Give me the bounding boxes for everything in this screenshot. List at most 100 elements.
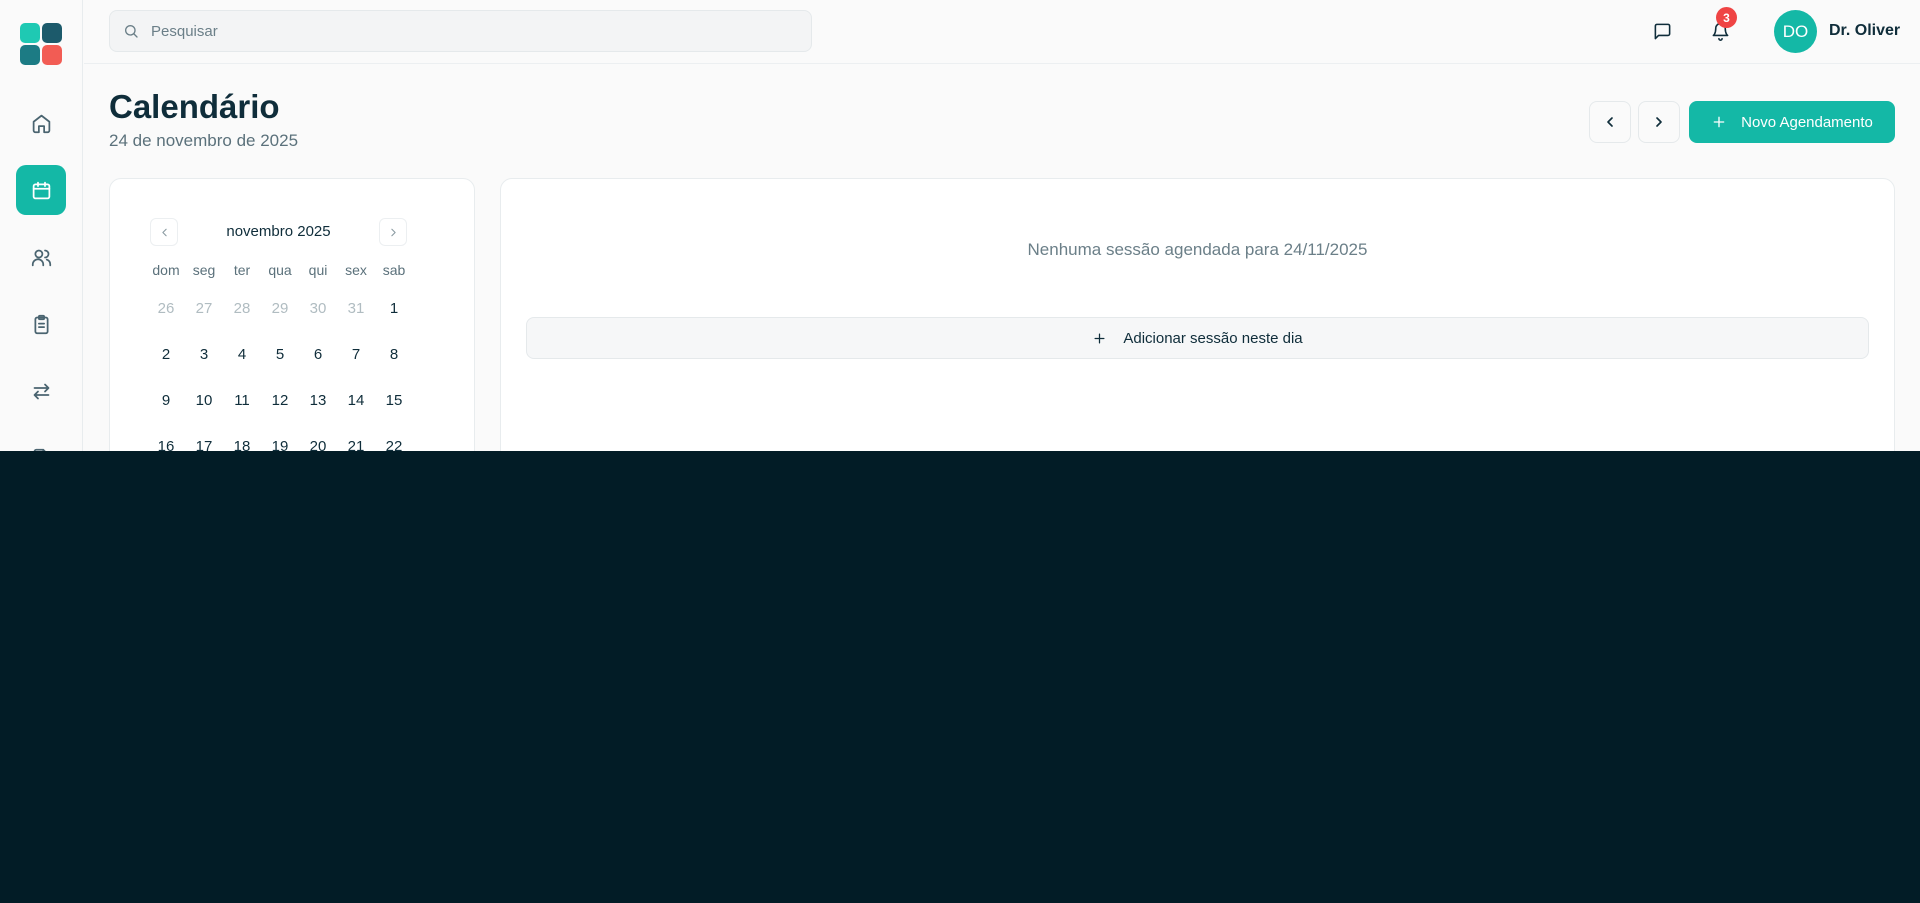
empty-sessions-message: Nenhuma sessão agendada para 24/11/2025 [1027,240,1368,259]
calendar-day[interactable]: 4 [299,519,337,557]
messages-button[interactable] [1649,18,1675,44]
calendar-day[interactable]: 28 [337,473,375,511]
calendar-day[interactable]: 26 [147,289,185,327]
calendar-icon [32,181,50,199]
mini-calendar-header: novembro 2025 [150,218,407,246]
calendar-day[interactable]: 18 [223,427,261,465]
calendar-day[interactable]: 2 [147,335,185,373]
calendar-day[interactable]: 23 [147,473,185,511]
calendar-day[interactable]: 9 [147,381,185,419]
avatar[interactable]: DO [1774,10,1817,53]
calendar-day[interactable]: 4 [223,335,261,373]
new-appointment-label: Novo Agendamento [1741,113,1873,131]
calendar-day[interactable]: 14 [337,381,375,419]
calendar-day[interactable]: 1 [185,519,223,557]
chevron-left-icon [161,228,167,236]
weekday-label: seg [192,262,216,278]
settings-icon [30,648,52,670]
calendar-day[interactable]: 28 [223,289,261,327]
calendar-day[interactable]: 12 [261,381,299,419]
calendar-day[interactable]: 7 [337,335,375,373]
calendar-day[interactable]: 30 [147,519,185,557]
calendar-day[interactable]: 16 [147,427,185,465]
calendar-day-selected[interactable]: 24 [185,473,223,511]
calendar-day[interactable]: 30 [299,289,337,327]
weekday-label: sab [382,262,406,278]
calendar-day[interactable]: 31 [337,289,375,327]
weekday-label: dom [152,262,180,278]
plus-icon [1094,333,1105,343]
weekday-label: qui [308,262,328,278]
weekday-header: dom seg ter qua qui sex sab [147,262,413,278]
new-appointment-button[interactable]: Novo Agendamento [1689,101,1895,143]
next-month-button[interactable] [379,218,407,246]
calendar-day-grid: 26 27 28 29 30 31 1 2 3 4 5 6 7 8 9 10 11 12 13 14 15 16 17 18 1… [147,289,413,565]
sidebar-item-reports[interactable] [16,567,66,617]
document-icon [33,448,49,468]
calendar-day[interactable]: 20 [299,427,337,465]
sidebar-item-settings[interactable] [16,634,66,684]
sidebar-item-patients[interactable] [16,232,66,282]
calendar-day[interactable]: 19 [261,427,299,465]
transfer-icon [33,383,49,399]
calendar-day[interactable]: 1 [375,289,413,327]
calendar-day[interactable]: 27 [299,473,337,511]
plus-icon [1713,116,1725,128]
calendar-day[interactable]: 22 [375,427,413,465]
calendar-day[interactable]: 27 [185,289,223,327]
calendar-day[interactable]: 10 [185,381,223,419]
weekday-label: ter [233,262,251,278]
home-icon [32,114,50,133]
calendar-day[interactable]: 6 [375,519,413,557]
search-icon [125,25,138,38]
calendar-day[interactable]: 15 [375,381,413,419]
chevron-right-icon [1656,117,1662,127]
calendar-day[interactable]: 2 [223,519,261,557]
search-box[interactable] [109,10,812,52]
chevron-left-icon [1607,117,1613,127]
sidebar-item-documents[interactable] [16,433,66,483]
sidebar-item-records[interactable] [16,299,66,349]
calendar-day[interactable]: 26 [261,473,299,511]
calendar-day[interactable]: 11 [223,381,261,419]
sidebar [0,0,83,903]
sidebar-item-logout[interactable] [16,827,66,877]
chevron-right-icon [390,228,396,236]
calendar-day[interactable]: 6 [299,335,337,373]
calendar-day[interactable]: 13 [299,381,337,419]
calendar-day[interactable]: 5 [261,335,299,373]
sidebar-item-notifications[interactable] [16,500,66,550]
calendar-day[interactable]: 21 [337,427,375,465]
users-icon [31,249,51,266]
previous-day-button[interactable] [1589,101,1631,143]
bell-icon [32,515,50,536]
sidebar-item-transactions[interactable] [16,366,66,416]
user-name[interactable]: Dr. Oliver [1829,22,1900,40]
calendar-day[interactable]: 5 [337,519,375,557]
app-logo[interactable] [20,23,62,65]
page-subtitle: 24 de novembro de 2025 [109,131,299,150]
notification-badge: 3 [1716,7,1737,28]
sidebar-item-calendar[interactable] [16,165,66,215]
next-day-button[interactable] [1638,101,1680,143]
clipboard-icon [34,314,48,334]
calendar-day[interactable]: 3 [185,335,223,373]
search-input[interactable] [151,22,791,40]
weekday-label: qua [268,262,292,278]
weekday-label: sex [345,262,367,278]
topbar [84,0,1920,64]
logout-icon [33,844,49,860]
calendar-day[interactable]: 17 [185,427,223,465]
add-session-label: Adicionar sessão neste dia [1123,329,1303,347]
calendar-day[interactable]: 29 [375,473,413,511]
calendar-day[interactable]: 8 [375,335,413,373]
calendar-day[interactable]: 3 [261,519,299,557]
calendar-day[interactable]: 25 [223,473,261,511]
sidebar-item-home[interactable] [16,98,66,148]
calendar-month-label: novembro 2025 [226,223,331,240]
calendar-day[interactable]: 29 [261,289,299,327]
previous-month-button[interactable] [150,218,178,246]
add-session-button[interactable]: Adicionar sessão neste dia [526,317,1869,359]
message-icon [1654,23,1670,39]
chart-icon [32,583,50,601]
